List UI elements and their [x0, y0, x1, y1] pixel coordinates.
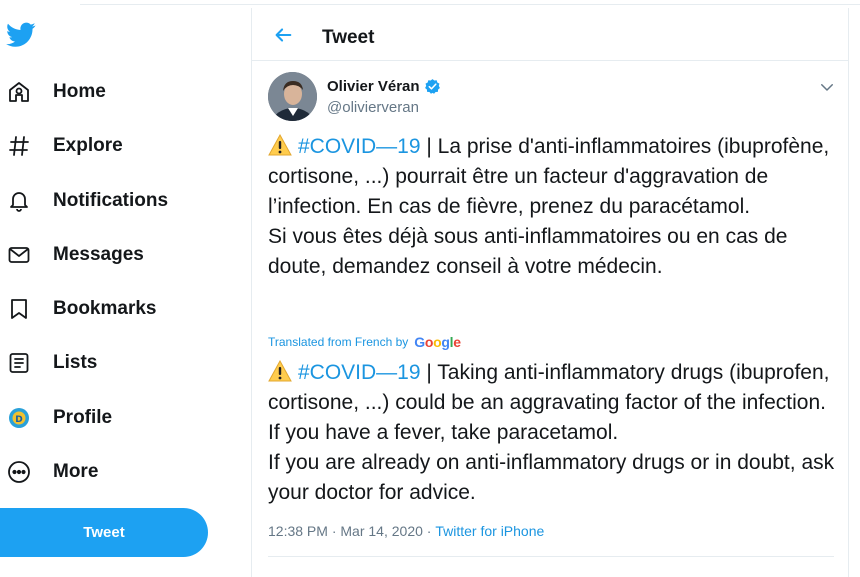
tweet-date[interactable]: Mar 14, 2020 — [340, 523, 423, 539]
tweet-original-text: #COVID—19 | La prise d'anti-inflammatoir… — [268, 132, 838, 282]
home-icon — [6, 79, 32, 105]
tweet-translated-text: #COVID—19 | Taking anti-inflammatory dru… — [268, 358, 838, 508]
sidebar-item-label: Explore — [53, 135, 123, 156]
verified-badge-icon — [424, 79, 440, 94]
avatar-icon: D — [6, 405, 32, 431]
svg-text:D: D — [15, 415, 22, 425]
hashtag-link[interactable]: #COVID—19 — [298, 135, 421, 158]
page-title: Tweet — [322, 27, 375, 48]
sidebar-item-label: Profile — [53, 407, 113, 428]
chevron-down-icon[interactable] — [818, 78, 836, 96]
sidebar-item-lists[interactable]: Lists — [0, 343, 97, 383]
back-arrow-icon[interactable] — [272, 24, 294, 46]
sidebar-item-label: Notifications — [53, 190, 169, 211]
sidebar-item-label: More — [53, 461, 99, 482]
tweet-metadata: 12:38 PM · Mar 14, 2020 · Twitter for iP… — [268, 523, 544, 539]
meta-separator: · — [422, 523, 436, 539]
sidebar-item-profile[interactable]: D Profile — [0, 398, 112, 438]
meta-separator: · — [327, 523, 341, 539]
sidebar-item-messages[interactable]: Messages — [0, 235, 144, 275]
sidebar-item-explore[interactable]: Explore — [0, 126, 123, 166]
page-header: Tweet — [252, 8, 849, 61]
envelope-icon — [6, 242, 32, 268]
bookmark-icon — [6, 296, 32, 322]
author-name-text: Olivier Véran — [327, 78, 420, 95]
list-icon — [6, 350, 32, 376]
more-icon — [6, 459, 32, 485]
sidebar-item-label: Home — [53, 81, 106, 102]
translation-attribution[interactable]: Translated from French by Google — [268, 334, 461, 350]
sidebar-item-home[interactable]: Home — [0, 72, 106, 112]
author-handle[interactable]: @olivierveran — [327, 99, 419, 116]
main-column: Tweet Olivier Véran @olivierveran #COVID… — [251, 8, 849, 577]
sidebar: Home Explore Notifications Messages Book… — [0, 0, 251, 577]
hashtag-link[interactable]: #COVID—19 — [298, 361, 421, 384]
divider — [268, 556, 834, 557]
sidebar-item-notifications[interactable]: Notifications — [0, 181, 168, 221]
original-text-part2: Si vous êtes déjà sous anti-inflammatoir… — [268, 225, 788, 278]
sidebar-item-label: Bookmarks — [53, 298, 157, 319]
twitter-logo-icon[interactable] — [6, 22, 36, 48]
tweet-time[interactable]: 12:38 PM — [268, 523, 328, 539]
tweet-source-link[interactable]: Twitter for iPhone — [435, 523, 544, 539]
sidebar-item-label: Messages — [53, 244, 144, 265]
translated-text-part2: If you are already on anti-inflammatory … — [268, 451, 835, 504]
hashtag-icon — [6, 133, 32, 159]
sidebar-item-label: Lists — [53, 352, 98, 373]
avatar[interactable] — [268, 72, 317, 121]
bell-icon — [6, 188, 32, 214]
google-logo: Google — [414, 334, 461, 350]
sidebar-item-more[interactable]: More — [0, 452, 98, 492]
translation-label: Translated from French by — [268, 335, 409, 349]
warning-icon — [268, 134, 292, 156]
tweet-button[interactable]: Tweet — [0, 508, 208, 557]
sidebar-item-bookmarks[interactable]: Bookmarks — [0, 289, 157, 329]
warning-icon — [268, 360, 292, 382]
author-name[interactable]: Olivier Véran — [327, 78, 441, 95]
